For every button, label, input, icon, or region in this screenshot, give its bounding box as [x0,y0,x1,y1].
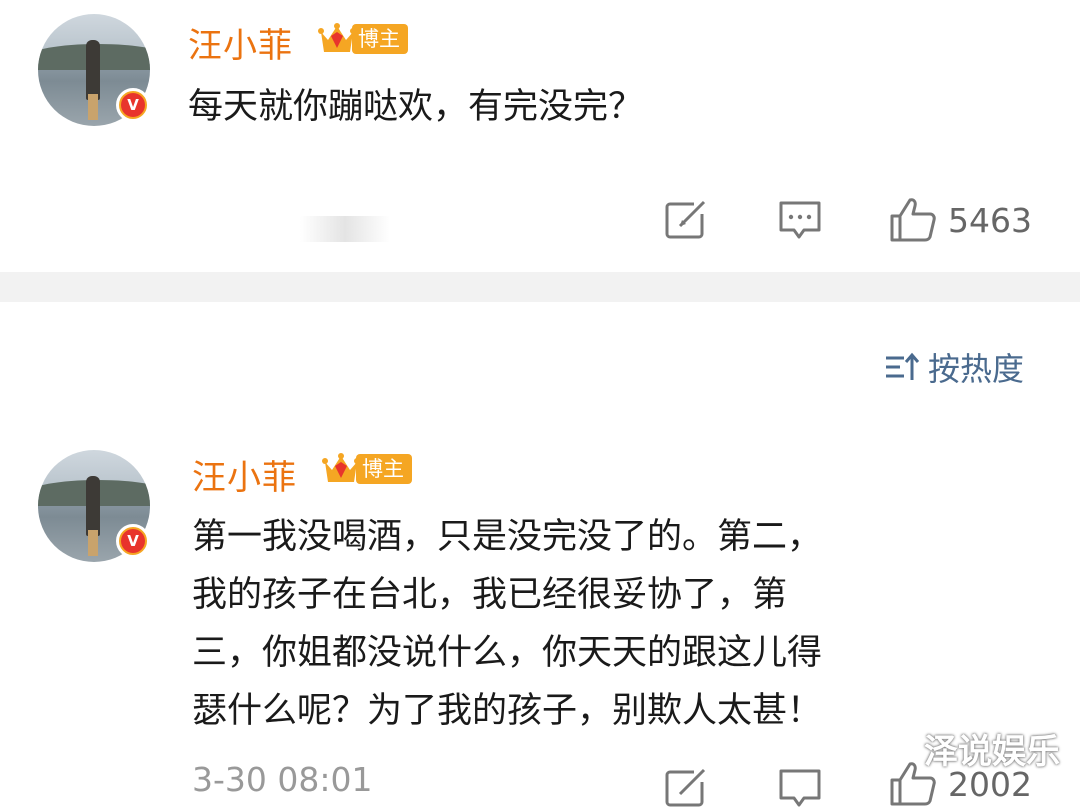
verified-badge-icon: V [116,88,150,122]
thumbs-up-icon [890,198,936,242]
blogger-tag: 博主 [352,24,408,54]
repost-icon [665,200,706,239]
blogger-tag: 博主 [356,454,412,484]
sort-by-hot-button[interactable]: 按热度 [884,344,1024,390]
crown-icon [318,22,356,56]
like-count: 5463 [948,200,1032,240]
repost-button[interactable] [664,200,708,240]
repost-icon [665,768,706,807]
sort-icon [886,352,920,380]
comment-text: 第一我没喝酒，只是没完没了的。第二， 我的孩子在台北，我已经很妥协了，第 三，你… [192,508,822,740]
section-divider [0,272,1080,302]
verified-badge-icon: V [116,524,150,558]
comment-line: 三，你姐都没说什么，你天天的跟这儿得 [192,633,823,673]
comment-line: 瑟什么呢？为了我的孩子，别欺人太甚！ [192,691,823,731]
blogger-badge: 博主 [322,452,412,486]
avatar[interactable]: V [38,450,150,562]
comment-icon [779,201,821,239]
like-button[interactable]: 5463 [888,196,1032,244]
comment-text: 每天就你蹦哒欢，有完没完？ [188,87,644,127]
comment-button[interactable] [778,200,822,242]
watermark: 泽说娱乐 [924,732,1060,772]
smudge [300,216,390,242]
comment-line: 第一我没喝酒，只是没完没了的。第二， [192,517,823,557]
comment-line: 我的孩子在台北，我已经很妥协了，第 [192,575,788,615]
blogger-badge: 博主 [318,22,408,56]
comment-button[interactable] [778,768,822,810]
username[interactable]: 汪小菲 [192,450,297,499]
comment-icon [779,769,821,807]
comment-time: 3-30 08:01 [192,760,373,799]
sort-label: 按热度 [928,350,1025,388]
username[interactable]: 汪小菲 [188,18,293,67]
crown-icon [322,452,360,486]
repost-button[interactable] [664,768,708,808]
avatar[interactable]: V [38,14,150,126]
